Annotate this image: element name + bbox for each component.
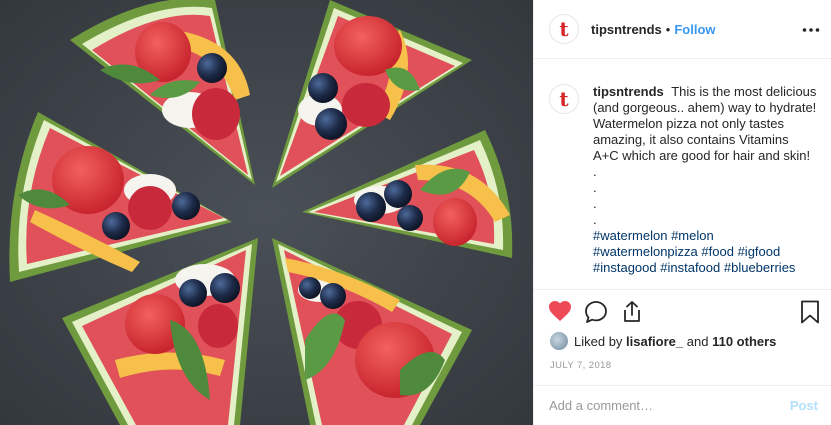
bookmark-icon[interactable] xyxy=(800,300,820,329)
post-side-panel: t tipsntrends • Follow t tipsntrends Thi… xyxy=(533,0,831,425)
hashtag-line: #watermelon #melon xyxy=(593,228,817,244)
caption-scroll-area[interactable]: t tipsntrends This is the most delicious… xyxy=(534,60,831,288)
caption-username[interactable]: tipsntrends xyxy=(593,84,664,99)
liked-by-and: and xyxy=(686,333,709,349)
more-icon[interactable] xyxy=(802,20,820,38)
share-icon[interactable] xyxy=(620,300,644,329)
post-comment-button[interactable]: Post xyxy=(790,398,818,413)
avatar-logo: t xyxy=(559,17,569,41)
post-date[interactable]: JULY 7, 2018 xyxy=(550,360,612,371)
watermelon-pizza-image xyxy=(0,0,533,425)
liked-by-user[interactable]: lisafiore_ xyxy=(626,334,683,349)
post-photo[interactable] xyxy=(0,0,533,425)
caption-avatar[interactable]: t xyxy=(549,84,579,114)
caption-row: t tipsntrends This is the most delicious… xyxy=(549,84,817,276)
caption-dot: . xyxy=(593,164,597,179)
hashtag-link[interactable]: #igfood xyxy=(738,244,781,259)
liked-by-others[interactable]: 110 others xyxy=(712,334,776,349)
hashtag-line: #instagood #instafood #blueberries xyxy=(593,260,817,276)
liker-avatar[interactable] xyxy=(550,332,568,350)
profile-avatar[interactable]: t xyxy=(549,14,579,44)
header-separator: • xyxy=(665,21,671,37)
comment-bar: Post xyxy=(534,385,831,425)
hashtag-link[interactable]: #melon xyxy=(671,228,714,243)
caption-dot: . xyxy=(593,212,597,227)
action-icons xyxy=(548,300,820,328)
follow-button[interactable]: Follow xyxy=(674,22,715,37)
hashtag-link[interactable]: #instafood xyxy=(660,260,720,275)
comment-icon[interactable] xyxy=(584,300,608,329)
likes-summary: Liked by lisafiore_ and 110 others xyxy=(550,332,776,350)
hashtag-link[interactable]: #instagood xyxy=(593,260,657,275)
header-username[interactable]: tipsntrends xyxy=(591,22,662,37)
hashtag-link[interactable]: #blueberries xyxy=(724,260,796,275)
more-options-icon xyxy=(802,28,820,32)
hashtag-link[interactable]: #watermelonpizza xyxy=(593,244,698,259)
heart-icon[interactable] xyxy=(548,300,572,327)
caption-dot: . xyxy=(593,196,597,211)
post-header: t tipsntrends • Follow xyxy=(534,0,831,59)
caption-body: tipsntrends This is the most delicious (… xyxy=(593,84,817,276)
comment-input[interactable] xyxy=(549,398,790,413)
avatar-logo: t xyxy=(559,87,569,111)
hashtag-line: #watermelonpizza #food #igfood xyxy=(593,244,817,260)
liked-by-prefix: Liked by xyxy=(574,333,623,349)
hashtag-link[interactable]: #watermelon xyxy=(593,228,667,243)
caption-dot: . xyxy=(593,180,597,195)
hashtag-link[interactable]: #food xyxy=(701,244,734,259)
